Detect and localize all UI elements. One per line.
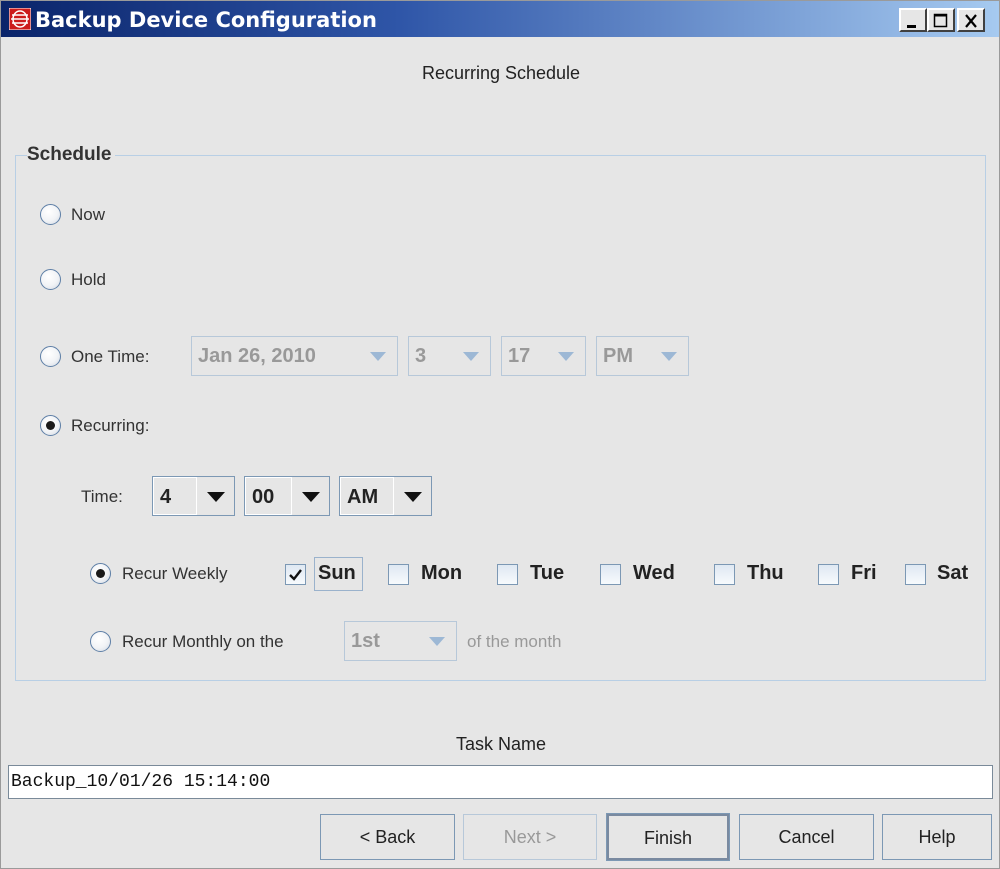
help-button[interactable]: Help <box>882 814 992 860</box>
one-time-date-dropdown[interactable] <box>359 337 397 375</box>
monthly-day-value: 1st <box>345 622 419 660</box>
title-bar[interactable]: Backup Device Configuration <box>1 1 999 37</box>
thu-checkbox[interactable] <box>714 564 735 585</box>
time-label: Time: <box>81 487 123 506</box>
chevron-down-icon <box>403 492 422 502</box>
one-time-ampm-value: PM <box>597 337 651 375</box>
monthly-day-dropdown[interactable] <box>418 622 456 660</box>
one-time-minute-dropdown[interactable] <box>547 337 585 375</box>
tue-checkbox[interactable] <box>497 564 518 585</box>
wed-label: Wed <box>633 562 675 584</box>
time-ampm-combo[interactable]: AM <box>339 476 432 516</box>
recur-monthly-radio[interactable] <box>90 631 111 652</box>
tue-label: Tue <box>530 562 565 584</box>
one-time-ampm-dropdown[interactable] <box>650 337 688 375</box>
page-subtitle: Recurring Schedule <box>421 63 581 83</box>
one-time-hour-dropdown[interactable] <box>452 337 490 375</box>
one-time-radio[interactable] <box>40 346 61 367</box>
recur-weekly-radio[interactable] <box>90 563 111 584</box>
window-title: Backup Device Configuration <box>35 8 377 32</box>
mon-label: Mon <box>421 562 463 584</box>
minimize-button[interactable] <box>899 8 927 32</box>
recur-weekly-label: Recur Weekly <box>122 564 228 583</box>
next-button[interactable]: Next > <box>463 814 597 860</box>
schedule-group <box>15 155 986 681</box>
now-radio[interactable] <box>40 204 61 225</box>
maximize-button[interactable] <box>927 8 955 32</box>
fri-checkbox[interactable] <box>818 564 839 585</box>
sun-checkbox[interactable] <box>285 564 306 585</box>
chevron-down-icon <box>661 352 677 361</box>
time-minute-dropdown[interactable] <box>291 477 329 515</box>
hold-label: Hold <box>71 270 106 289</box>
time-ampm-dropdown[interactable] <box>393 477 431 515</box>
fri-label: Fri <box>851 562 877 584</box>
schedule-group-title: Schedule <box>27 144 116 166</box>
chevron-down-icon <box>558 352 574 361</box>
one-time-hour-combo[interactable]: 3 <box>408 336 491 376</box>
one-time-date-value: Jan 26, 2010 <box>192 337 360 375</box>
maximize-icon <box>933 13 948 28</box>
one-time-minute-value: 17 <box>502 337 548 375</box>
recurring-radio[interactable] <box>40 415 61 436</box>
one-time-label: One Time: <box>71 347 150 366</box>
task-name-label: Task Name <box>455 734 547 754</box>
checkmark-icon <box>289 569 302 581</box>
sun-label: Sun <box>318 562 356 584</box>
close-button[interactable] <box>957 8 985 32</box>
sat-label: Sat <box>937 562 969 584</box>
hold-radio[interactable] <box>40 269 61 290</box>
thu-label: Thu <box>747 562 784 584</box>
time-hour-dropdown[interactable] <box>196 477 234 515</box>
minimize-icon <box>907 25 916 28</box>
time-minute-value: 00 <box>245 477 292 515</box>
backup-config-dialog: Backup Device Configuration Recurring Sc… <box>0 0 1000 869</box>
close-icon <box>965 14 977 28</box>
recurring-label: Recurring: <box>71 416 150 435</box>
recur-monthly-label: Recur Monthly on the <box>122 632 284 651</box>
chevron-down-icon <box>370 352 386 361</box>
back-button[interactable]: < Back <box>320 814 455 860</box>
one-time-minute-combo[interactable]: 17 <box>501 336 586 376</box>
mon-checkbox[interactable] <box>388 564 409 585</box>
time-hour-combo[interactable]: 4 <box>152 476 235 516</box>
wed-checkbox[interactable] <box>600 564 621 585</box>
time-minute-combo[interactable]: 00 <box>244 476 330 516</box>
cancel-button[interactable]: Cancel <box>739 814 874 860</box>
chevron-down-icon <box>206 492 225 502</box>
app-logo-icon <box>9 8 31 30</box>
monthly-suffix-label: of the month <box>467 632 562 651</box>
now-label: Now <box>71 205 106 224</box>
time-ampm-value: AM <box>340 477 394 515</box>
one-time-date-combo[interactable]: Jan 26, 2010 <box>191 336 398 376</box>
one-time-hour-value: 3 <box>409 337 453 375</box>
monthly-day-combo[interactable]: 1st <box>344 621 457 661</box>
chevron-down-icon <box>463 352 479 361</box>
finish-button[interactable]: Finish <box>606 813 730 861</box>
one-time-ampm-combo[interactable]: PM <box>596 336 689 376</box>
sat-checkbox[interactable] <box>905 564 926 585</box>
time-hour-value: 4 <box>153 477 197 515</box>
chevron-down-icon <box>429 637 445 646</box>
chevron-down-icon <box>301 492 320 502</box>
task-name-input[interactable]: Backup_10/01/26 15:14:00 <box>8 765 993 799</box>
